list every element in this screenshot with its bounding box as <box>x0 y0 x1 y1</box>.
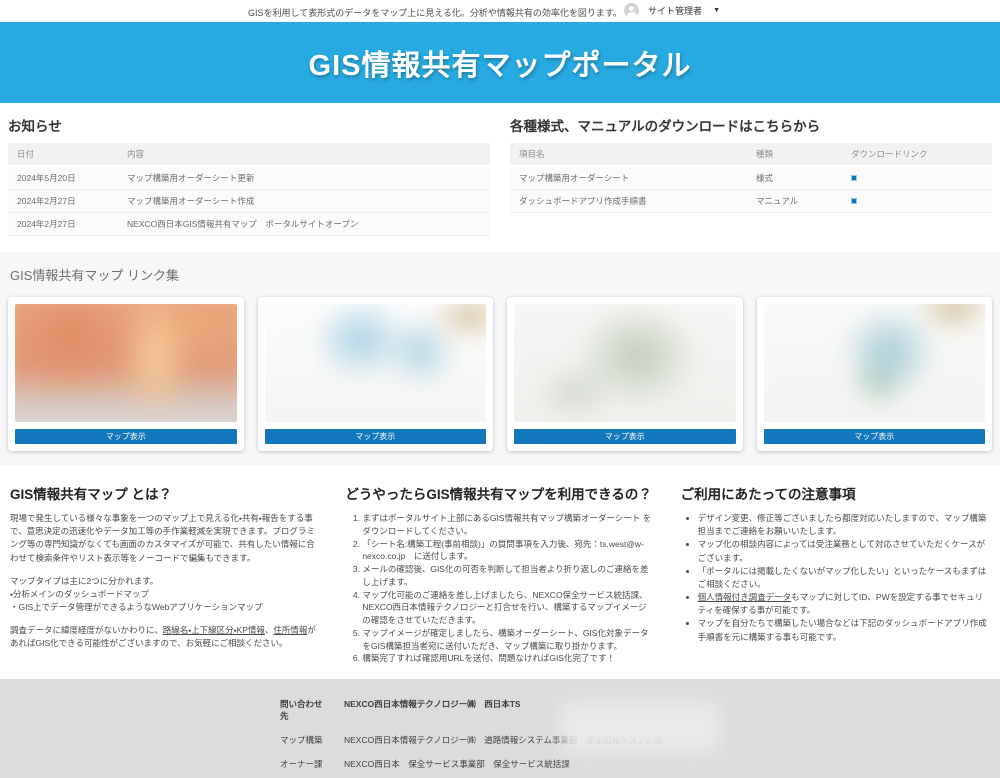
list-item: 構築完了すれば確認用URLを送付、問題なければGIS化完了です！ <box>362 652 654 665</box>
announcements-table: 日付 内容 2024年5月20日 マップ構築用オーダーシート更新 2024年2月… <box>8 143 490 236</box>
column-header-type: 種類 <box>747 143 842 166</box>
downloads-title: 各種様式、マニュアルのダウンロードはこちらから <box>510 115 992 135</box>
footer: 問い合わせ先 NEXCO西日本情報テクノロジー㈱ 西日本TS マップ構築 NEX… <box>0 679 1000 778</box>
column-header-download-link: ダウンロードリンク <box>842 143 992 166</box>
list-item: 「シート名:構築工程(事前相談)」の質問事項を入力後、宛先：ts.west@w-… <box>362 538 654 564</box>
map-card: マップ表示 <box>757 297 993 451</box>
about-bullet: ・分析メインのダッシュボードマップ <box>10 588 319 601</box>
map-thumbnail[interactable] <box>514 304 736 422</box>
map-thumbnail[interactable] <box>265 304 487 422</box>
user-name-label[interactable]: サイト管理者 <box>648 4 702 17</box>
about-bullet: ・GIS上でデータ管理ができるようなWebアプリケーションマップ <box>10 601 319 614</box>
about-paragraph: 現場で発生している様々な事象を一つのマップ上で見える化・共有・報告をする事で、意… <box>10 512 319 565</box>
announcement-content: マップ構築用オーダーシート更新 <box>118 166 490 190</box>
list-item: マップ化可能のご連絡を差し上げましたら、NEXCO保全サービス統括課、NEXCO… <box>362 589 654 627</box>
show-map-button[interactable]: マップ表示 <box>764 429 986 444</box>
list-item: メールの確認後、GIS化の可否を判断して担当者より折り返しのご連絡を差し上げます… <box>362 563 654 589</box>
footer-label: オーナー課 <box>280 758 330 770</box>
footer-value: NEXCO西日本情報テクノロジー㈱ 西日本TS <box>344 698 521 722</box>
top-panels: お知らせ 日付 内容 2024年5月20日 マップ構築用オーダーシート更新 20… <box>0 103 1000 236</box>
download-link-icon[interactable] <box>851 175 857 181</box>
info-about-column: GIS情報共有マップ とは？ 現場で発生している様々な事象を一つのマップ上で見え… <box>10 473 319 665</box>
user-avatar-icon[interactable] <box>624 3 639 18</box>
chevron-down-icon[interactable]: ▼ <box>713 7 720 14</box>
map-card-list: マップ表示 マップ表示 マップ表示 マップ表示 <box>8 297 992 451</box>
footer-owner-row: オーナー課 NEXCO西日本 保全サービス事業部 保全サービス統括課 <box>280 758 1000 770</box>
announcement-content: NEXCO西日本GIS情報共有マップ ポータルサイトオープン <box>118 213 490 236</box>
route-info-link[interactable]: 路線名・上下線区分・KP情報 <box>163 625 265 635</box>
map-card: マップ表示 <box>8 297 244 451</box>
info-how-column: どうやったらGIS情報共有マップを利用できるの？ まずはポータルサイト上部にある… <box>345 473 654 665</box>
announcement-content: マップ構築用オーダーシート作成 <box>118 190 490 213</box>
personal-data-link[interactable]: 個人情報付き調査データ <box>698 592 792 602</box>
list-item: 個人情報付き調査データもマップに対してID、PWを設定する事でセキュリティを確保… <box>698 591 990 617</box>
download-link-icon[interactable] <box>851 198 857 204</box>
list-item: マップイメージが確定しましたら、構築オーダーシート、GIS化対象データをGIS構… <box>362 627 654 653</box>
announcement-date: 2024年2月27日 <box>8 213 118 236</box>
downloads-table: 項目名 種類 ダウンロードリンク マップ構築用オーダーシート 様式 ダッシュボー… <box>510 143 992 213</box>
footer-value: NEXCO西日本 保全サービス事業部 保全サービス統括課 <box>344 758 570 770</box>
show-map-button[interactable]: マップ表示 <box>265 429 487 444</box>
info-how-title: どうやったらGIS情報共有マップを利用できるの？ <box>345 483 654 503</box>
map-card: マップ表示 <box>507 297 743 451</box>
about-paragraph: マップタイプは主に2つに分かれます。 <box>10 575 319 588</box>
map-thumbnail[interactable] <box>764 304 986 422</box>
hero-banner: GIS情報共有マップポータル <box>0 22 1000 103</box>
announcements-title: お知らせ <box>8 115 490 135</box>
footer-label: マップ構築 <box>280 734 330 746</box>
download-item-type: 様式 <box>747 166 842 190</box>
map-thumbnail[interactable] <box>15 304 237 422</box>
table-row: 2024年2月27日 NEXCO西日本GIS情報共有マップ ポータルサイトオープ… <box>8 213 490 236</box>
list-item: 「ポータルには掲載したくないがマップ化したい」といったケースもまずはご相談くださ… <box>698 565 990 591</box>
footer-logo-placeholder <box>560 701 720 753</box>
announcement-date: 2024年5月20日 <box>8 166 118 190</box>
column-header-date: 日付 <box>8 143 118 166</box>
page-title: GIS情報共有マップポータル <box>309 42 692 84</box>
info-notes-column: ご利用にあたっての注意事項 デザイン変更、修正等ございましたら都度対応いたします… <box>681 473 990 665</box>
address-info-link[interactable]: 住所情報 <box>273 625 307 635</box>
site-tagline: GISを利用して表形式のデータをマップ上に見える化。分析や情報共有の効率化を図り… <box>248 6 622 19</box>
show-map-button[interactable]: マップ表示 <box>15 429 237 444</box>
list-item: デザイン変更、修正等ございましたら都度対応いたしますので、マップ構築担当までご連… <box>698 512 990 538</box>
list-item: まずはポータルサイト上部にあるGIS情報共有マップ構築オーダーシート をダウンロ… <box>362 512 654 538</box>
footer-label: 問い合わせ先 <box>280 698 330 722</box>
map-links-section: GIS情報共有マップ リンク集 マップ表示 マップ表示 マップ表示 マップ表示 <box>0 252 1000 465</box>
announcement-date: 2024年2月27日 <box>8 190 118 213</box>
user-menu[interactable]: サイト管理者 ▼ <box>624 3 720 18</box>
info-about-title: GIS情報共有マップ とは？ <box>10 483 319 503</box>
download-item-name: ダッシュボードアプリ作成手順書 <box>510 190 747 213</box>
map-card: マップ表示 <box>258 297 494 451</box>
list-item: マップ化の相談内容によっては受注業務として対応させていただくケースがございます。 <box>698 538 990 564</box>
download-item-name: マップ構築用オーダーシート <box>510 166 747 190</box>
table-row: マップ構築用オーダーシート 様式 <box>510 166 992 190</box>
table-row: 2024年2月27日 マップ構築用オーダーシート作成 <box>8 190 490 213</box>
notes-list: デザイン変更、修正等ございましたら都度対応いたしますので、マップ構築担当までご連… <box>685 512 990 644</box>
table-row: 2024年5月20日 マップ構築用オーダーシート更新 <box>8 166 490 190</box>
announcements-panel: お知らせ 日付 内容 2024年5月20日 マップ構築用オーダーシート更新 20… <box>8 113 490 236</box>
map-links-title: GIS情報共有マップ リンク集 <box>10 265 992 284</box>
how-steps-list: まずはポータルサイト上部にあるGIS情報共有マップ構築オーダーシート をダウンロ… <box>349 512 654 665</box>
about-paragraph: 調査データに緯度経度がないかわりに、路線名・上下線区分・KP情報、住所情報があれ… <box>10 624 319 650</box>
column-header-content: 内容 <box>118 143 490 166</box>
downloads-panel: 各種様式、マニュアルのダウンロードはこちらから 項目名 種類 ダウンロードリンク… <box>510 113 992 236</box>
info-notes-title: ご利用にあたっての注意事項 <box>681 483 990 503</box>
info-section: GIS情報共有マップ とは？ 現場で発生している様々な事象を一つのマップ上で見え… <box>0 465 1000 677</box>
list-item: マップを自分たちで構築したい場合などは下記のダッシュボードアプリ作成手順書を元に… <box>698 617 990 643</box>
table-row: ダッシュボードアプリ作成手順書 マニュアル <box>510 190 992 213</box>
show-map-button[interactable]: マップ表示 <box>514 429 736 444</box>
topbar: GISを利用して表形式のデータをマップ上に見える化。分析や情報共有の効率化を図り… <box>0 0 1000 22</box>
about-text: 調査データに緯度経度がないかわりに、 <box>10 625 163 635</box>
download-item-type: マニュアル <box>747 190 842 213</box>
column-header-item-name: 項目名 <box>510 143 747 166</box>
